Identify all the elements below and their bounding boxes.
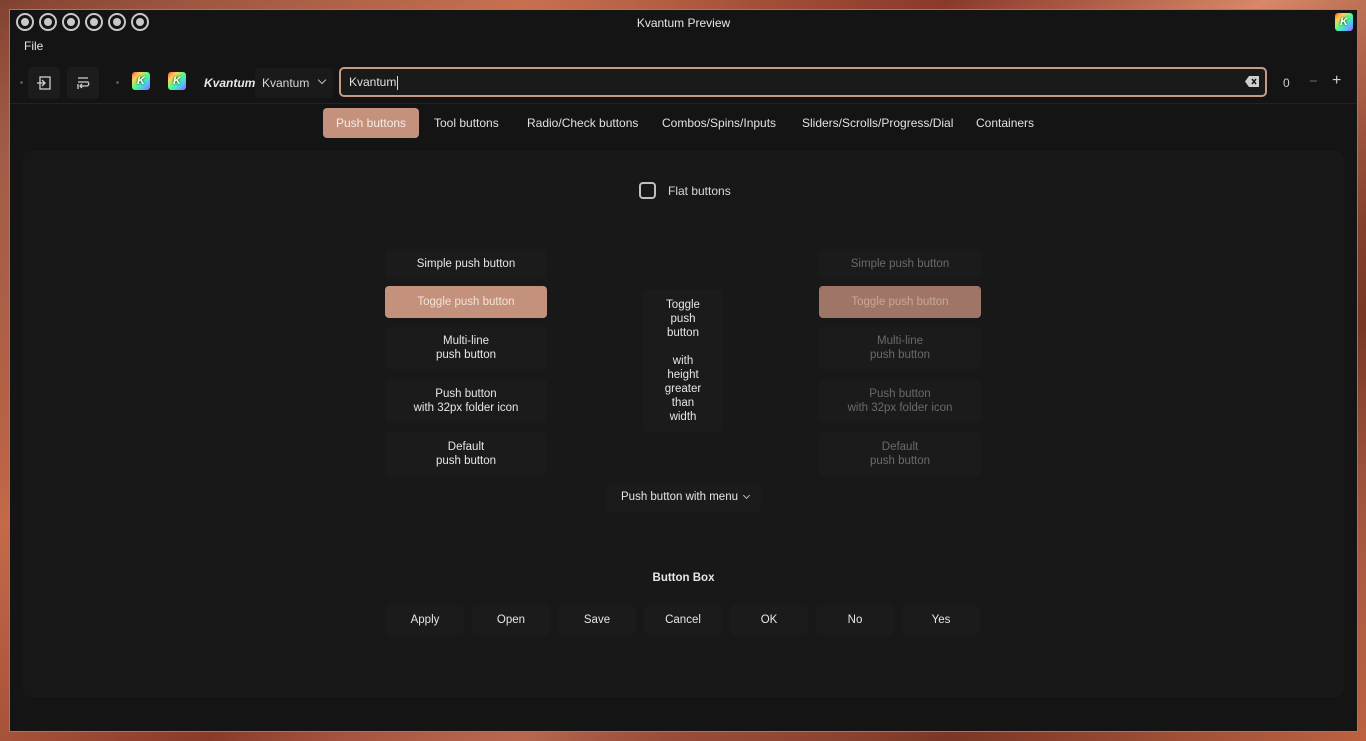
clear-text-icon[interactable] [1244, 75, 1260, 88]
line-edit-value: Kvantum [349, 75, 397, 89]
simple-push-button[interactable]: Simple push button [385, 249, 547, 279]
disabled-multi-line-push-button: Multi-line push button [819, 327, 981, 369]
style-combo[interactable]: Kvantum [255, 68, 333, 98]
text-caret [397, 75, 399, 90]
tab-containers[interactable]: Containers [963, 108, 1047, 138]
flat-buttons-checkbox[interactable]: Flat buttons [639, 182, 731, 199]
apply-button[interactable]: Apply [386, 605, 464, 635]
tab-push-buttons[interactable]: Push buttons [323, 108, 420, 138]
ok-button[interactable]: OK [730, 605, 808, 635]
chevron-down-icon [742, 491, 751, 500]
enter-icon [37, 76, 51, 90]
disabled-simple-push-button: Simple push button [819, 249, 981, 279]
tab-tool-buttons[interactable]: Tool buttons [421, 108, 512, 138]
cancel-button[interactable]: Cancel [644, 605, 722, 635]
spin-decrement-button[interactable]: − [1309, 73, 1318, 90]
toggle-push-button[interactable]: Toggle push button [385, 286, 547, 318]
tab-combos-spins-inputs[interactable]: Combos/Spins/Inputs [649, 108, 789, 138]
push-button-with-menu[interactable]: Push button with menu [606, 484, 761, 512]
tab-bar: Push buttons Tool buttons Radio/Check bu… [10, 108, 1357, 138]
kvantum-tool-button-1-icon[interactable]: K [132, 72, 150, 90]
tall-toggle-push-button[interactable]: Toggle push button with height greater t… [643, 290, 723, 432]
toolbar-grip-icon[interactable] [20, 81, 23, 84]
save-button[interactable]: Save [558, 605, 636, 635]
wrap-button[interactable] [67, 67, 99, 99]
multi-line-push-button[interactable]: Multi-line push button [385, 327, 547, 369]
menu-file[interactable]: File [24, 39, 43, 53]
tab-radio-check-buttons[interactable]: Radio/Check buttons [514, 108, 651, 138]
toolbar-separator-grip-icon [116, 81, 119, 84]
yes-button[interactable]: Yes [902, 605, 980, 635]
default-push-button[interactable]: Default push button [385, 432, 547, 476]
chevron-down-icon [317, 75, 327, 85]
text-wrap-icon [77, 77, 90, 89]
open-button[interactable]: Open [472, 605, 550, 635]
menu-button-label: Push button with menu [621, 491, 738, 503]
no-button[interactable]: No [816, 605, 894, 635]
spin-increment-button[interactable]: + [1332, 72, 1341, 90]
combo-value: Kvantum [262, 76, 310, 90]
push-buttons-panel: Flat buttons Simple push button Toggle p… [23, 151, 1344, 697]
flat-buttons-label: Flat buttons [668, 183, 731, 198]
kvantum-logo-icon: K [1335, 13, 1353, 31]
disabled-folder-icon-push-button: Push button with 32px folder icon [819, 379, 981, 423]
folder-icon-push-button[interactable]: Push button with 32px folder icon [385, 379, 547, 423]
title-bar: Kvantum Preview K [10, 10, 1357, 35]
spin-value: 0 [1283, 76, 1290, 90]
button-box-title: Button Box [652, 572, 715, 584]
spin-box[interactable]: 0 − + [1273, 68, 1353, 98]
window-title: Kvantum Preview [636, 16, 731, 30]
disabled-toggle-push-button: Toggle push button [819, 286, 981, 318]
toolbar-label: Kvantum [204, 76, 256, 90]
menu-bar: File [10, 35, 1357, 57]
disabled-default-push-button: Default push button [819, 432, 981, 476]
toolbar: K K Kvantum Kvantum Kvantum 0 − + [10, 62, 1357, 104]
tab-sliders-scrolls-progress-dial[interactable]: Sliders/Scrolls/Progress/Dial [789, 108, 966, 138]
checkbox-box[interactable] [639, 182, 656, 199]
line-edit-input[interactable]: Kvantum [339, 67, 1267, 97]
enter-button[interactable] [28, 67, 60, 99]
app-window: Kvantum Preview K File K K Kvantum Kvant… [9, 9, 1358, 732]
kvantum-tool-button-2-icon[interactable]: K [168, 72, 186, 90]
